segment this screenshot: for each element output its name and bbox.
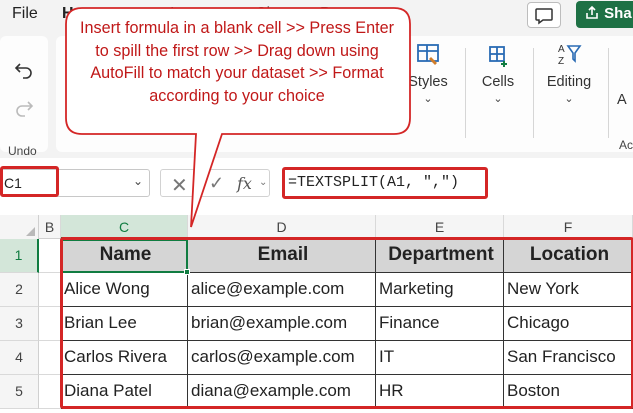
select-all-corner[interactable]	[0, 215, 39, 239]
editing-button[interactable]: A Z Editing ⌄	[540, 42, 598, 105]
addins-label: A	[617, 92, 627, 108]
cells-label: Cells	[482, 74, 514, 90]
share-label: Sha	[604, 5, 632, 22]
undo-group-label: Undo	[8, 144, 37, 158]
cell-b3[interactable]	[39, 307, 61, 341]
row-header-1[interactable]: 1	[0, 239, 39, 273]
undo-panel: Undo	[0, 36, 48, 152]
ribbon: Undo Styles ⌄ Cells ⌄ A Z Editing ⌄	[0, 30, 633, 158]
styles-icon	[415, 42, 441, 68]
menu-insert[interactable]: I	[170, 5, 174, 23]
menu-bar: File H I Ch P Sha	[0, 0, 633, 30]
cell-b5[interactable]	[39, 375, 61, 409]
cancel-icon[interactable]: ✕	[171, 173, 188, 198]
clipped-group-label: Ac	[619, 138, 633, 152]
chevron-down-icon: ⌄	[474, 92, 522, 105]
redo-icon[interactable]	[14, 98, 34, 118]
table-highlight	[60, 237, 633, 409]
formula-highlight	[282, 167, 488, 199]
svg-text:A: A	[558, 44, 565, 55]
fx-icon[interactable]: fx	[237, 174, 252, 193]
ribbon-separator	[465, 48, 466, 138]
addins-button[interactable]: A	[617, 92, 633, 108]
name-box-highlight	[0, 166, 59, 197]
column-header-b[interactable]: B	[39, 215, 61, 239]
styles-button[interactable]: Styles ⌄	[402, 42, 454, 105]
editing-icon: A Z	[556, 42, 582, 68]
comment-button[interactable]	[527, 2, 561, 28]
column-header-d[interactable]: D	[188, 215, 376, 239]
row-header-3[interactable]: 3	[0, 307, 39, 341]
menu-file[interactable]: File	[12, 5, 38, 23]
undo-icon[interactable]	[14, 60, 34, 80]
column-header-e[interactable]: E	[376, 215, 504, 239]
menu-home[interactable]: H	[62, 5, 74, 23]
cells-button[interactable]: Cells ⌄	[474, 42, 522, 105]
share-icon	[584, 5, 600, 21]
cell-b4[interactable]	[39, 341, 61, 375]
chevron-down-icon: ⌄	[402, 92, 454, 105]
comment-icon	[528, 3, 560, 27]
column-header-row: B C D E F	[0, 215, 633, 239]
confirm-icon[interactable]: ✓	[209, 173, 224, 194]
column-header-c[interactable]: C	[61, 215, 188, 239]
cell-b2[interactable]	[39, 273, 61, 307]
row-header-5[interactable]: 5	[0, 375, 39, 409]
editing-label: Editing	[547, 74, 591, 90]
chevron-down-icon[interactable]: ⌄	[259, 177, 267, 188]
chevron-down-icon[interactable]: ⌄	[133, 174, 143, 188]
cell-b1[interactable]	[39, 239, 61, 273]
menu-page-layout[interactable]: P	[320, 5, 331, 23]
formula-controls: ✕ ✓ fx ⌄	[160, 169, 270, 197]
row-header-4[interactable]: 4	[0, 341, 39, 375]
cells-icon	[485, 42, 511, 68]
share-button[interactable]: Sha	[576, 1, 633, 28]
styles-label: Styles	[408, 74, 448, 90]
divider	[200, 175, 201, 192]
column-header-f[interactable]: F	[504, 215, 633, 239]
ribbon-separator	[533, 48, 534, 138]
svg-text:Z: Z	[558, 56, 564, 67]
ribbon-separator	[608, 48, 609, 138]
menu-draw[interactable]: Ch	[255, 5, 275, 23]
row-header-2[interactable]: 2	[0, 273, 39, 307]
chevron-down-icon: ⌄	[540, 92, 598, 105]
